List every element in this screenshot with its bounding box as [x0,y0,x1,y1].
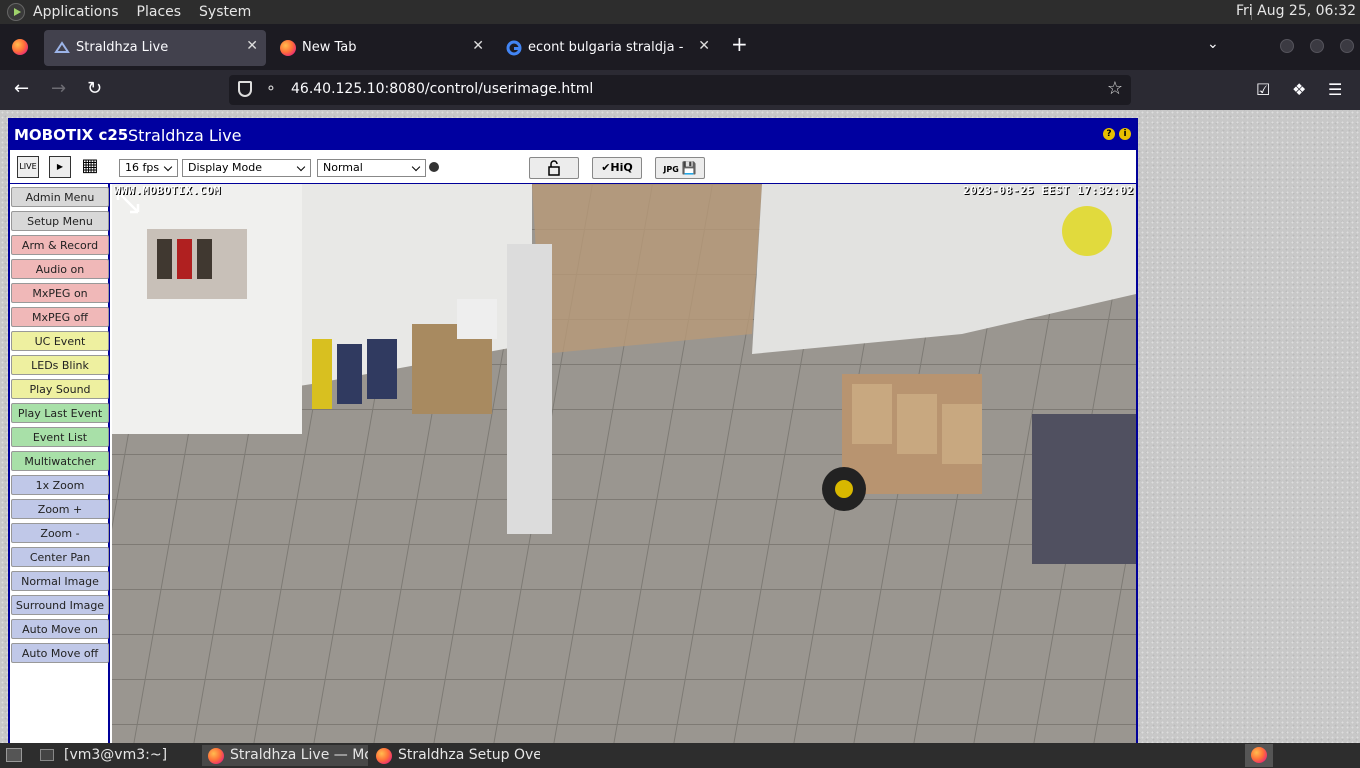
taskbar: [vm3@vm3:~] Straldhza Live — Mo... Stral… [0,743,1360,768]
camera-title: Straldhza Live [128,126,242,145]
camera-icon [54,40,70,60]
camera-header: MOBOTIX c25 Straldhza Live ? i [10,120,1136,150]
side-button-setup-menu[interactable]: Setup Menu [11,211,109,231]
side-button-uc-event[interactable]: UC Event [11,331,109,351]
osd-watermark: WWW.MOBOTIX.COM [114,184,221,197]
side-button-mxpeg-off[interactable]: MxPEG off [11,307,109,327]
quality-select[interactable]: Normal [317,159,426,177]
camera-toolbar: LIVE ▶ ▦ 16 fps Display Mode Normal ✔HiQ… [10,150,1136,184]
navigation-bar: ← → ↻ ⚬ 46.40.125.10:8080/control/userim… [0,70,1360,110]
side-menu: Admin Menu Setup Menu Arm & Record Audio on… [10,184,110,743]
side-button-1x-zoom[interactable]: 1x Zoom [11,475,109,495]
extensions-icon[interactable]: ❖ [1292,80,1306,99]
side-button-mxpeg-on[interactable]: MxPEG on [11,283,109,303]
camera-brand: MOBOTIX c25 [14,126,129,144]
tracking-protection-shield-icon[interactable] [238,81,252,97]
close-icon[interactable]: ✕ [472,38,484,54]
fps-select[interactable]: 16 fps [119,159,178,177]
side-button-arm-record[interactable]: Arm & Record [11,235,109,255]
firefox-icon [280,40,296,56]
tray-firefox-button[interactable] [1245,744,1273,767]
url-bar[interactable]: ⚬ 46.40.125.10:8080/control/userimage.ht… [229,75,1131,105]
applications-icon[interactable] [7,3,25,21]
firefox-icon [208,748,224,764]
camera-frame: MOBOTIX c25 Straldhza Live ? i LIVE ▶ ▦ … [8,118,1138,743]
side-button-auto-move-off[interactable]: Auto Move off [11,643,109,663]
side-button-multiwatcher[interactable]: Multiwatcher [11,451,109,471]
top-panel: Applications Places System Fri Aug 25, 0… [0,0,1360,24]
camera-scene [112,184,1136,743]
hamburger-menu-icon[interactable]: ☰ [1328,80,1342,99]
taskbar-label: [vm3@vm3:~] [64,747,168,763]
taskbar-item-straldhza-setup[interactable]: Straldhza Setup Ove... [370,745,540,766]
display-mode-select[interactable]: Display Mode [182,159,311,177]
taskbar-item-straldhza-live[interactable]: Straldhza Live — Mo... [202,745,368,766]
firefox-icon [376,748,392,764]
taskbar-label: Straldhza Setup Ove... [398,747,540,763]
side-button-center-pan[interactable]: Center Pan [11,547,109,567]
new-tab-button[interactable]: + [731,34,748,54]
side-button-normal-image[interactable]: Normal Image [11,571,109,591]
recording-indicator [1062,206,1112,256]
taskbar-item-terminal[interactable]: [vm3@vm3:~] [36,745,196,766]
clock[interactable]: Fri Aug 25, 06:32 [1236,3,1356,19]
menu-places[interactable]: Places [137,4,182,20]
status-dot-icon [429,162,439,172]
menu-system[interactable]: System [199,4,251,20]
page-content: MOBOTIX c25 Straldhza Live ? i LIVE ▶ ▦ … [0,110,1360,743]
unlock-button[interactable] [529,157,579,179]
side-button-event-list[interactable]: Event List [11,427,109,447]
jpg-label: JPG [663,165,679,174]
url-text[interactable]: 46.40.125.10:8080/control/userimage.html [291,81,593,97]
tab-bar: Straldhza Live ✕ New Tab ✕ econt bulgari… [0,24,1360,70]
firefox-view-icon[interactable] [12,39,28,55]
side-button-play-last-event[interactable]: Play Last Event [11,403,109,423]
back-icon[interactable]: ← [14,78,29,99]
side-button-play-sound[interactable]: Play Sound [11,379,109,399]
show-desktop-icon[interactable] [6,748,22,762]
google-icon [506,40,522,60]
close-window-button[interactable] [1340,39,1354,53]
floppy-disk-icon: 💾 [681,161,697,175]
tab-new-tab[interactable]: New Tab ✕ [270,30,492,66]
live-mode-button[interactable]: LIVE [17,156,39,178]
tab-label: econt bulgaria straldja - Google [528,40,688,55]
tab-econt-search[interactable]: econt bulgaria straldja - Google ✕ [496,30,718,66]
tab-straldhza-live[interactable]: Straldhza Live ✕ [44,30,266,66]
forward-icon[interactable]: → [51,78,66,99]
side-button-zoom[interactable]: Zoom + [11,499,109,519]
tab-list-chevron-icon[interactable]: ⌄ [1207,36,1219,52]
minimize-button[interactable] [1280,39,1294,53]
help-icon[interactable]: ? [1103,128,1115,140]
reload-icon[interactable]: ↻ [87,78,102,99]
side-button-auto-move-on[interactable]: Auto Move on [11,619,109,639]
side-button-zoom[interactable]: Zoom - [11,523,109,543]
hiq-button[interactable]: ✔HiQ [592,157,642,179]
tab-label: Straldhza Live [76,40,169,55]
terminal-icon [40,749,54,761]
side-button-leds-blink[interactable]: LEDs Blink [11,355,109,375]
multiview-grid-button[interactable]: ▦ [79,156,101,178]
pocket-icon[interactable]: ☑ [1256,80,1270,99]
close-icon[interactable]: ✕ [246,38,258,54]
play-mode-button[interactable]: ▶ [49,156,71,178]
insecure-lock-icon[interactable]: ⚬ [265,81,277,97]
side-button-audio-on[interactable]: Audio on [11,259,109,279]
jpg-save-button[interactable]: JPG 💾 [655,157,705,179]
taskbar-label: Straldhza Live — Mo... [230,747,368,763]
maximize-button[interactable] [1310,39,1324,53]
firefox-icon [1251,747,1267,763]
side-button-admin-menu[interactable]: Admin Menu [11,187,109,207]
info-icon[interactable]: i [1119,128,1131,140]
osd-timestamp: 2023-08-25 EEST 17:32:02 [963,184,1134,197]
close-icon[interactable]: ✕ [698,38,710,54]
side-button-surround-image[interactable]: Surround Image [11,595,109,615]
live-video-image[interactable]: WWW.MOBOTIX.COM 2023-08-25 EEST 17:32:02 [112,184,1136,743]
menu-applications[interactable]: Applications [33,4,119,20]
tab-label: New Tab [302,40,357,55]
bookmark-star-icon[interactable]: ☆ [1107,78,1123,99]
